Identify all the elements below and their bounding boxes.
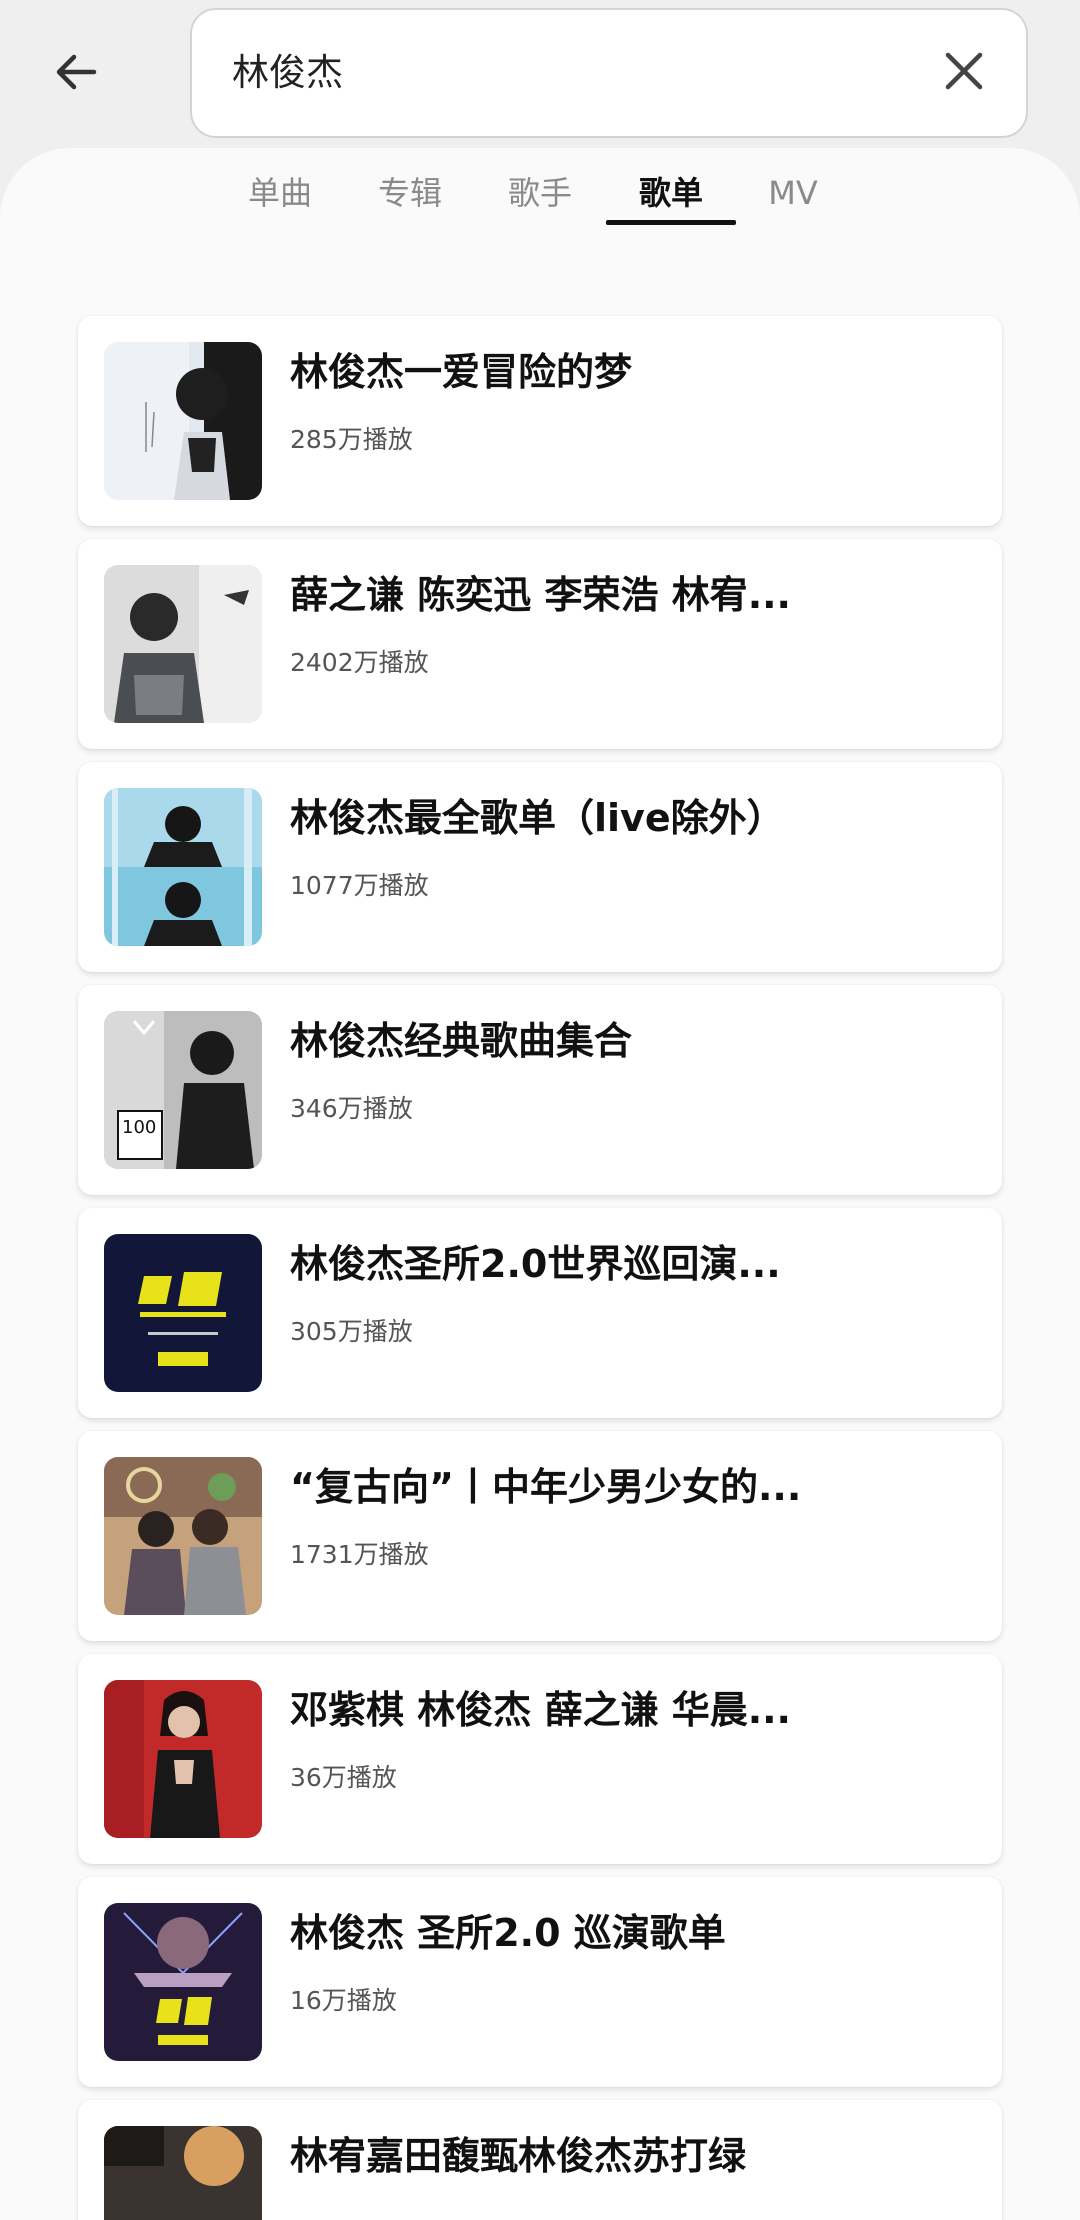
playlist-cover xyxy=(104,788,262,946)
playlist-card[interactable]: 林俊杰圣所2.0世界巡回演... 305万播放 xyxy=(78,1208,1002,1418)
playlist-cover xyxy=(104,2126,262,2220)
tab-mv[interactable]: MV xyxy=(728,168,858,218)
play-count: 16万播放 xyxy=(290,1986,397,2015)
playlist-title: 林宥嘉田馥甄林俊杰苏打绿 xyxy=(290,2134,747,2178)
playlist-cover xyxy=(104,1457,262,1615)
play-count: 2402万播放 xyxy=(290,648,429,677)
playlist-title: 林俊杰最全歌单（live除外） xyxy=(290,796,785,840)
playlist-title: 薛之谦 陈奕迅 李荣浩 林宥... xyxy=(290,573,791,617)
search-input[interactable]: 林俊杰 xyxy=(190,8,1028,138)
playlist-card[interactable]: 林宥嘉田馥甄林俊杰苏打绿 xyxy=(78,2100,1002,2220)
search-query-text: 林俊杰 xyxy=(232,51,343,94)
arrow-left-icon xyxy=(52,48,100,100)
active-tab-indicator xyxy=(606,220,736,225)
playlist-card[interactable]: 100 林俊杰经典歌曲集合 346万播放 xyxy=(78,985,1002,1195)
tab-playlists[interactable]: 歌单 xyxy=(606,168,736,218)
playlist-title: 林俊杰圣所2.0世界巡回演... xyxy=(290,1242,781,1286)
tab-albums[interactable]: 专辑 xyxy=(345,168,475,218)
play-count: 1731万播放 xyxy=(290,1540,429,1569)
playlist-results: 林俊杰一爱冒险的梦 285万播放 薛之谦 陈奕迅 李荣浩 林宥... 2402万… xyxy=(78,316,1002,2220)
playlist-cover xyxy=(104,1234,262,1392)
playlist-card[interactable]: 薛之谦 陈奕迅 李荣浩 林宥... 2402万播放 xyxy=(78,539,1002,749)
playlist-cover xyxy=(104,1903,262,2061)
playlist-cover xyxy=(104,342,262,500)
result-type-tabs: 单曲 专辑 歌手 歌单 MV xyxy=(0,148,1080,238)
play-count: 1077万播放 xyxy=(290,871,429,900)
back-button[interactable] xyxy=(38,36,114,112)
playlist-card[interactable]: 林俊杰 圣所2.0 巡演歌单 16万播放 xyxy=(78,1877,1002,2087)
close-icon xyxy=(944,51,984,95)
top-bar: 林俊杰 xyxy=(0,0,1080,150)
playlist-title: “复古向”丨中年少男少女的... xyxy=(290,1465,802,1509)
playlist-title: 林俊杰一爱冒险的梦 xyxy=(290,350,633,394)
playlist-card[interactable]: 林俊杰最全歌单（live除外） 1077万播放 xyxy=(78,762,1002,972)
playlist-cover: 100 xyxy=(104,1011,262,1169)
playlist-title: 林俊杰经典歌曲集合 xyxy=(290,1019,633,1063)
play-count: 305万播放 xyxy=(290,1317,413,1346)
results-panel: 单曲 专辑 歌手 歌单 MV 林俊杰一爱冒险的梦 285万播放 薛之谦 陈奕迅 … xyxy=(0,148,1080,2220)
play-count: 285万播放 xyxy=(290,425,413,454)
tab-songs[interactable]: 单曲 xyxy=(215,168,345,218)
playlist-title: 林俊杰 圣所2.0 巡演歌单 xyxy=(290,1911,726,1955)
playlist-card[interactable]: “复古向”丨中年少男少女的... 1731万播放 xyxy=(78,1431,1002,1641)
svg-text:100: 100 xyxy=(122,1117,156,1138)
playlist-card[interactable]: 林俊杰一爱冒险的梦 285万播放 xyxy=(78,316,1002,526)
play-count: 36万播放 xyxy=(290,1763,397,1792)
playlist-cover xyxy=(104,565,262,723)
playlist-card[interactable]: 邓紫棋 林俊杰 薛之谦 华晨... 36万播放 xyxy=(78,1654,1002,1864)
tab-artists[interactable]: 歌手 xyxy=(475,168,605,218)
clear-search-button[interactable] xyxy=(930,39,998,107)
playlist-cover xyxy=(104,1680,262,1838)
play-count: 346万播放 xyxy=(290,1094,413,1123)
playlist-title: 邓紫棋 林俊杰 薛之谦 华晨... xyxy=(290,1688,791,1732)
